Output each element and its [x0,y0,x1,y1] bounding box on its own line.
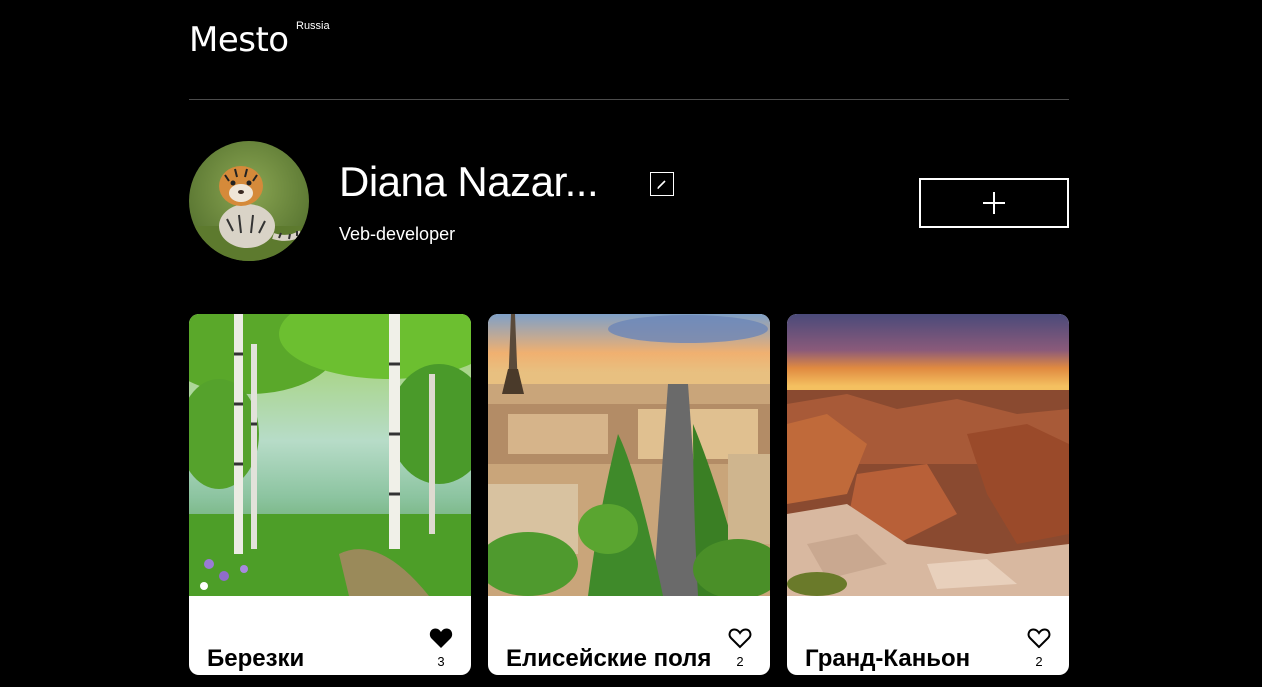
card: Гранд-Каньон 2 [787,314,1069,675]
plus-icon [983,192,1005,214]
profile-about: Veb-developer [339,224,456,244]
like-count: 2 [1035,654,1043,669]
edit-profile-button[interactable] [650,172,674,196]
header: Mesto Russia [189,0,1069,100]
logo-superscript: Russia [296,20,330,32]
like-button[interactable] [429,627,453,649]
profile-name: Diana Nazar... [339,158,599,205]
logo[interactable]: Mesto [189,20,289,60]
card-title: Елисейские поля [506,644,712,672]
avatar[interactable] [189,141,309,261]
heart-outline-icon [728,628,752,649]
heart-filled-icon [429,628,453,648]
profile: Diana Nazar... Veb-developer [189,100,1069,314]
heart-outline-icon [1027,628,1051,649]
card-title: Березки [207,644,305,672]
birch-forest-photo[interactable] [189,314,471,596]
tiger-cub-photo [189,141,309,261]
like-button[interactable] [1027,627,1051,649]
like-count: 2 [736,654,744,669]
cards-grid: Березки 3 Елисейские поля 2 Гранд-Каньон… [189,314,1069,675]
page: Mesto Russia Diana Nazar... Veb-develope… [189,0,1069,675]
like-count: 3 [437,654,445,669]
card: Березки 3 [189,314,471,675]
add-card-button[interactable] [919,178,1069,228]
card-title: Гранд-Каньон [805,644,971,672]
like-button[interactable] [728,627,752,649]
grand-canyon-sunset-photo[interactable] [787,314,1069,596]
paris-champs-elysees-photo[interactable] [488,314,770,596]
card: Елисейские поля 2 [488,314,770,675]
pencil-icon [657,180,666,189]
